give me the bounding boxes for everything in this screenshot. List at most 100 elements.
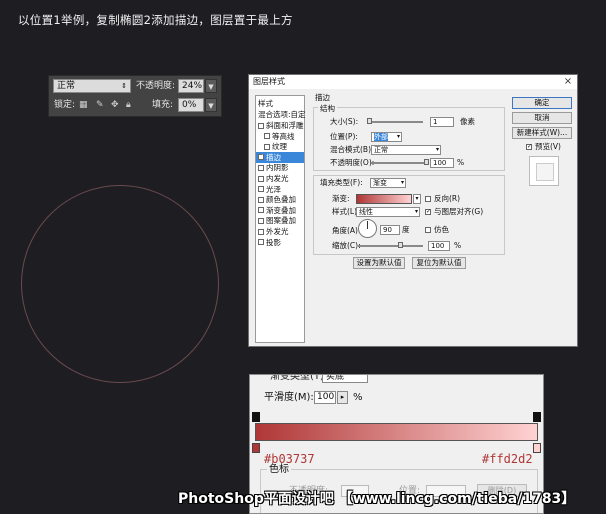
style-item-checkbox[interactable] [258, 175, 264, 182]
chevron-down-icon: ▾ [400, 179, 404, 186]
scale-slider-thumb[interactable] [398, 242, 404, 248]
style-item-7[interactable]: 光泽 [256, 184, 304, 195]
brush-icon[interactable]: ✎ [96, 98, 104, 112]
styles-header[interactable]: 样式 [256, 98, 306, 109]
dither-label: 仿色 [434, 225, 449, 234]
reset-default-button[interactable]: 复位为默认值 [412, 257, 466, 269]
style-item-8[interactable]: 颜色叠加 [256, 194, 304, 205]
structure-group: 结构 大小(S): 1 像素 位置(P): 外部 ▾ 混合模式(B): 正常 ▾ 不… [313, 104, 505, 171]
opacity-label: 不透明度: [136, 81, 176, 91]
style-item-checkbox[interactable] [258, 217, 264, 224]
chevron-down-icon: ▾ [414, 208, 418, 215]
new-style-button[interactable]: 新建样式(W)... [512, 127, 572, 139]
angle-value: 90 [383, 226, 392, 234]
style-item-2[interactable]: 等高线 [256, 131, 310, 142]
style-item-1[interactable]: 斜面和浮雕 [256, 120, 304, 131]
blend-mode-value: 正常 [57, 81, 76, 91]
style-item-label: 纹理 [272, 142, 287, 152]
style-item-label: 图案叠加 [266, 216, 296, 226]
scale-value: 100 [431, 242, 445, 250]
size-slider-thumb[interactable] [367, 118, 373, 124]
gradient-style-select[interactable]: 线性 ▾ [356, 207, 420, 217]
opacity-stop-left[interactable] [252, 412, 260, 422]
smoothness-input[interactable]: 100 [314, 391, 336, 404]
style-item-checkbox[interactable] [258, 164, 264, 171]
scale-slider[interactable] [358, 245, 423, 247]
cancel-button[interactable]: 取消 [512, 112, 572, 124]
fill-type-select[interactable]: 渐变 ▾ [370, 178, 406, 188]
dither-checkbox[interactable] [425, 227, 431, 233]
style-item-11[interactable]: 外发光 [256, 226, 304, 237]
gradient-swatch[interactable] [356, 194, 412, 204]
move-icon[interactable]: ✥ [111, 98, 119, 112]
set-default-button[interactable]: 设置为默认值 [353, 257, 405, 269]
style-item-checkbox[interactable] [258, 207, 264, 214]
opacity-value: 24% [182, 81, 203, 91]
color-stop-right[interactable] [533, 443, 541, 453]
arrow-right-icon[interactable]: ▸ [337, 391, 348, 404]
style-item-3[interactable]: 纹理 [256, 141, 310, 152]
position-select[interactable]: 外部 ▾ [371, 132, 402, 142]
stops-title: 色标 [267, 464, 291, 476]
angle-unit: 度 [402, 225, 410, 234]
structure-title: 结构 [318, 104, 337, 114]
gradient-type-label: 渐变类型(T): [270, 374, 328, 382]
reverse-checkbox[interactable] [425, 196, 431, 202]
style-item-4[interactable]: ✓ 描边 [256, 151, 304, 163]
preview-label: 预览(V) [535, 142, 561, 151]
lock-transparent-icon[interactable]: ▦ [79, 98, 88, 112]
chevron-down-icon[interactable]: ▼ [205, 79, 217, 93]
angle-dial-icon[interactable] [358, 219, 377, 238]
gradient-type-select[interactable]: 实底 [322, 375, 368, 383]
lock-icon[interactable]: 🔒︎ [126, 98, 131, 112]
style-item-6[interactable]: 内发光 [256, 173, 304, 184]
style-item-10[interactable]: 图案叠加 [256, 215, 304, 226]
layer-style-dialog: 图层样式 × 样式 混合选项:自定 斜面和浮雕 等高线 纹理 ✓ 描边 内阴影 内发光 光泽颜… [248, 74, 578, 347]
close-icon[interactable]: × [561, 76, 575, 88]
opacity-slider-thumb[interactable] [423, 159, 429, 165]
opacity-input[interactable]: 24% [178, 79, 204, 93]
lock-label: 锁定: [54, 100, 76, 110]
style-item-12[interactable]: 投影 [256, 237, 304, 248]
ok-button[interactable]: 确定 [512, 97, 572, 109]
angle-input[interactable]: 90 [380, 225, 400, 235]
blend-mode-dropdown[interactable]: 正常 ⇕ [53, 79, 131, 93]
stroke-opacity-input[interactable]: 100 [430, 158, 454, 168]
style-item-checkbox[interactable] [264, 133, 270, 140]
align-checkbox[interactable]: ✓ [425, 209, 431, 215]
preview-checkbox[interactable]: ✓ [526, 144, 532, 150]
dialog-title: 图层样式 [249, 75, 577, 89]
size-input[interactable]: 1 [430, 117, 454, 127]
style-item-5[interactable]: 内阴影 [256, 162, 304, 173]
blend-mode-label: 混合模式(B): [330, 145, 374, 154]
size-value: 1 [433, 118, 438, 126]
blend-options-item[interactable]: 混合选项:自定 [256, 109, 306, 120]
style-item-label: 渐变叠加 [266, 205, 296, 215]
scale-input[interactable]: 100 [428, 241, 450, 251]
blend-mode-select[interactable]: 正常 ▾ [371, 145, 441, 155]
style-item-checkbox[interactable]: ✓ [258, 154, 264, 161]
chevron-down-icon[interactable]: ▾ [413, 194, 421, 204]
fill-type-label: 填充类型(F): [320, 178, 363, 187]
preview-thumbnail [536, 163, 554, 181]
angle-label: 角度(A): [332, 226, 361, 235]
fill-input[interactable]: 0% [178, 98, 204, 112]
chevron-down-icon: ⇕ [121, 82, 127, 90]
style-item-9[interactable]: 渐变叠加 [256, 205, 304, 216]
opacity-slider[interactable] [371, 162, 426, 164]
size-label: 大小(S): [330, 117, 359, 126]
stroke-opacity-value: 100 [433, 159, 447, 167]
style-item-checkbox[interactable] [258, 228, 264, 235]
opacity-stop-right[interactable] [533, 412, 541, 422]
style-item-label: 斜面和浮雕 [266, 121, 304, 130]
gradient-bar[interactable] [255, 423, 538, 441]
stroke-opacity-label: 不透明度(O): [330, 158, 375, 167]
style-item-checkbox[interactable] [264, 143, 270, 150]
style-item-checkbox[interactable] [258, 186, 264, 193]
style-item-checkbox[interactable] [258, 122, 264, 129]
chevron-down-icon[interactable]: ▼ [205, 98, 217, 112]
style-item-checkbox[interactable] [258, 239, 264, 246]
color-stop-left[interactable] [252, 443, 260, 453]
size-slider[interactable] [368, 121, 423, 123]
style-item-checkbox[interactable] [258, 196, 264, 203]
